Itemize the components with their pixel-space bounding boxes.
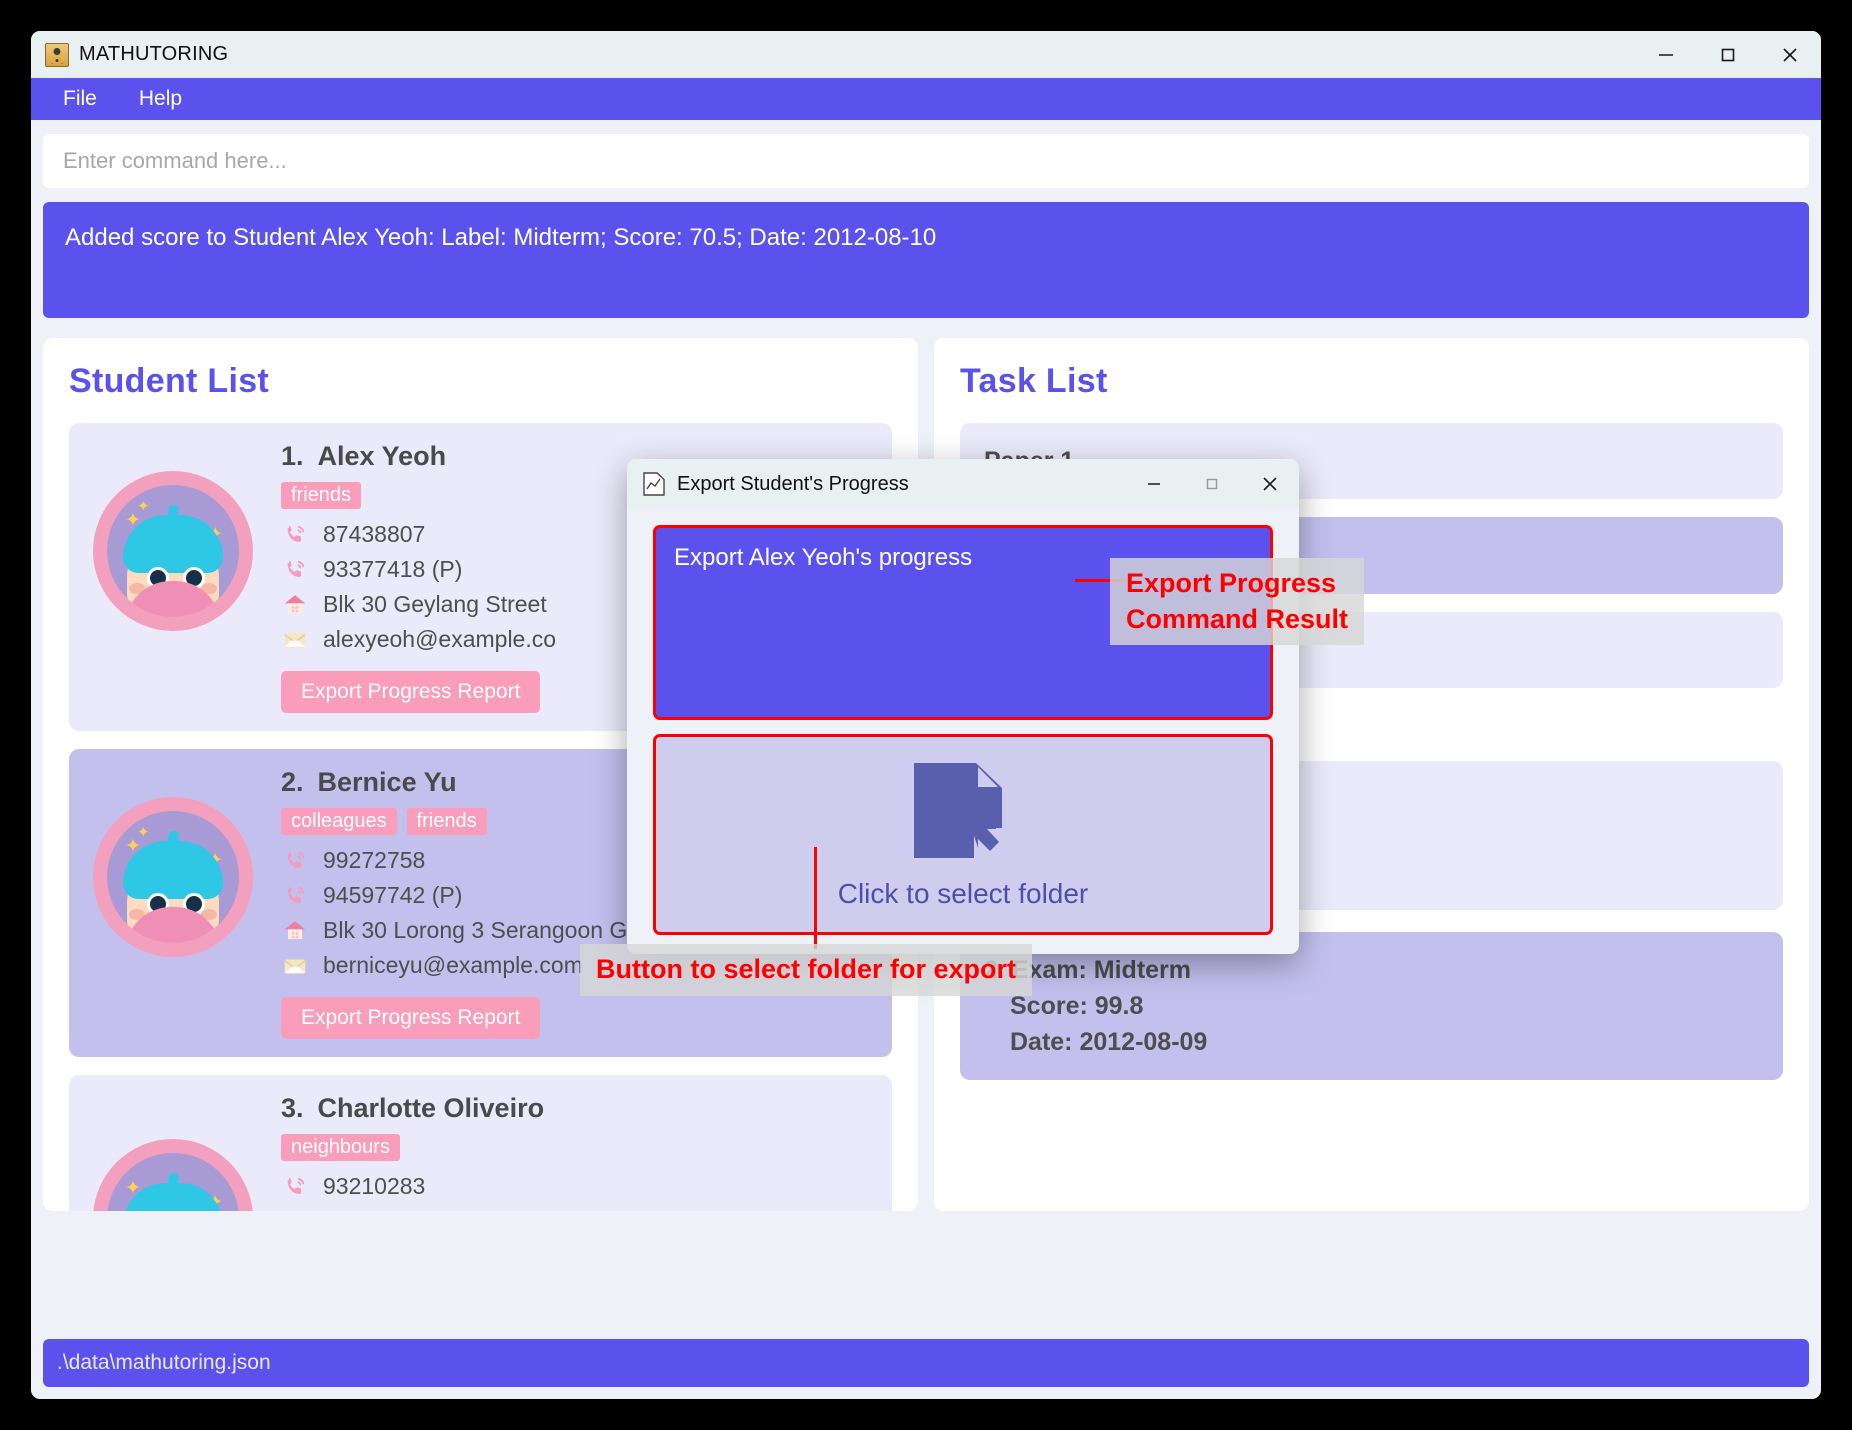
annotation-leader-line	[814, 847, 817, 949]
avatar: ✦ ✦	[93, 1139, 253, 1211]
phone-row: 93210283	[281, 1173, 872, 1200]
export-progress-dialog: Export Student's Progress Export Alex Ye…	[627, 459, 1299, 954]
phone-value: 87438807	[323, 521, 426, 547]
student-index: 3.	[281, 1093, 304, 1123]
avatar: ✦ ✦ ✦ ✦	[93, 471, 253, 631]
close-button[interactable]	[1759, 31, 1821, 78]
student-index: 1.	[281, 441, 304, 471]
annotation-export-result: Export Progress Command Result	[1110, 558, 1365, 646]
status-badge: friends	[406, 808, 487, 835]
dialog-window-controls	[1125, 459, 1299, 509]
menu-item-help[interactable]: Help	[123, 83, 198, 115]
result-display: Added score to Student Alex Yeoh: Label:…	[43, 202, 1809, 318]
student-name-text: Alex Yeoh	[317, 441, 447, 471]
home-icon	[281, 918, 309, 944]
select-folder-label: Click to select folder	[837, 878, 1089, 909]
page-title-task-list: Task List	[960, 362, 1108, 400]
student-name: 3. Charlotte Oliveiro	[281, 1093, 872, 1124]
phone-value: 99272758	[323, 847, 426, 873]
sparkle-icon: ✦	[137, 498, 150, 515]
window-title: MATHUTORING	[79, 43, 229, 65]
export-progress-report-button[interactable]: Export Progress Report	[281, 671, 541, 713]
score-exam-label: 2. Exam: Midterm	[984, 955, 1192, 984]
menu-item-file[interactable]: File	[47, 83, 113, 115]
phone-icon	[281, 848, 309, 874]
phone-icon	[281, 557, 309, 583]
status-badge: neighbours	[281, 1134, 400, 1161]
student-name-text: Bernice Yu	[317, 767, 457, 797]
student-name-text: Charlotte Oliveiro	[317, 1093, 545, 1123]
window-controls	[1635, 31, 1821, 78]
minimize-button[interactable]	[1635, 31, 1697, 78]
chart-document-icon	[643, 472, 665, 496]
parent-phone-value: 93377418 (P)	[323, 556, 463, 582]
email-icon	[281, 953, 309, 979]
select-folder-button[interactable]: Click to select folder	[653, 734, 1273, 935]
save-location-path: .\data\mathutoring.json	[57, 1351, 271, 1374]
email-value: alexyeoh@example.co	[323, 626, 557, 652]
sparkle-icon: ✦	[137, 824, 150, 841]
tag-list: neighbours	[281, 1134, 872, 1161]
phone-icon	[281, 1174, 309, 1200]
status-badge: colleagues	[281, 808, 397, 835]
phone-value: 93210283	[323, 1173, 426, 1199]
document-select-cursor-icon	[902, 759, 1024, 876]
command-input[interactable]	[43, 134, 1809, 188]
status-bar: .\data\mathutoring.json	[43, 1339, 1809, 1387]
score-value: Score: 99.8	[1010, 991, 1144, 1020]
status-badge: friends	[281, 482, 362, 509]
score-date: Date: 2012-08-09	[1010, 1028, 1208, 1056]
dialog-maximize-button[interactable]	[1183, 459, 1241, 509]
dialog-minimize-button[interactable]	[1125, 459, 1183, 509]
annotation-select-folder: Button to select folder for export	[580, 944, 1033, 996]
email-icon	[281, 627, 309, 653]
dialog-close-button[interactable]	[1241, 459, 1299, 509]
phone-icon	[281, 522, 309, 548]
home-icon	[281, 592, 309, 618]
address-book-icon	[45, 42, 69, 67]
window-titlebar: MATHUTORING	[31, 31, 1821, 78]
address-value: Blk 30 Geylang Street	[323, 591, 547, 617]
maximize-button[interactable]	[1697, 31, 1759, 78]
avatar: ✦ ✦ ✦ ✦	[93, 797, 253, 957]
dialog-title: Export Student's Progress	[677, 472, 909, 495]
command-area	[31, 120, 1821, 188]
page-title-student-list: Student List	[69, 362, 270, 400]
main-window: MATHUTORING File Help Added score to Stu…	[31, 31, 1821, 1399]
phone-icon	[281, 883, 309, 909]
export-progress-report-button[interactable]: Export Progress Report	[281, 997, 541, 1039]
menu-bar: File Help	[31, 78, 1821, 120]
email-value: berniceyu@example.com	[323, 952, 583, 978]
student-index: 2.	[281, 767, 304, 797]
parent-phone-value: 94597742 (P)	[323, 882, 463, 908]
student-card[interactable]: ✦ ✦ 3.Charlotte Oli	[69, 1075, 892, 1211]
dialog-titlebar: Export Student's Progress	[627, 459, 1299, 509]
